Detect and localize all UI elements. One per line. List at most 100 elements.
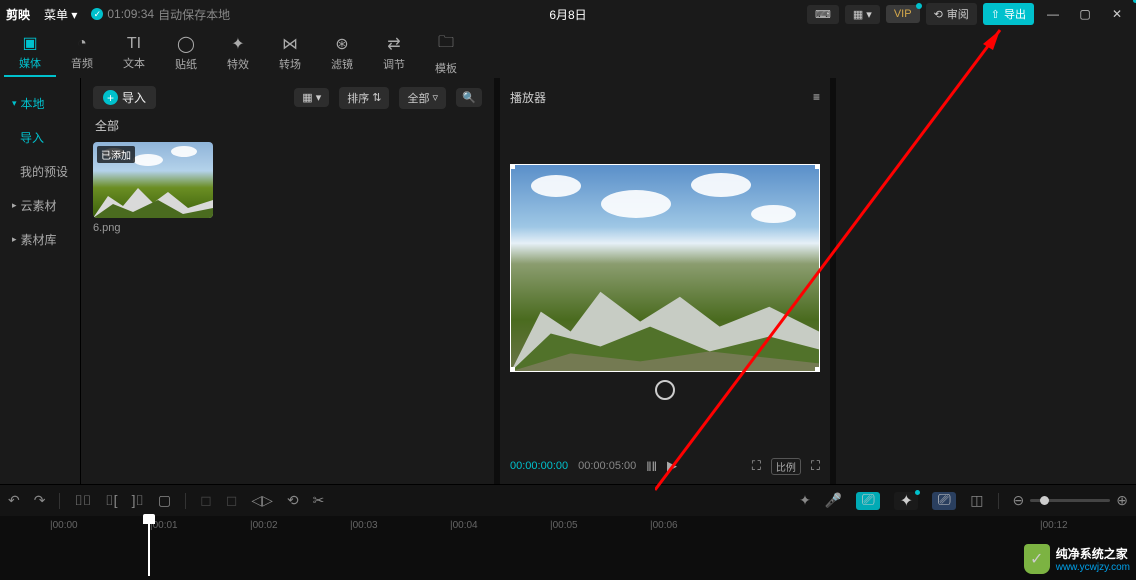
view-grid[interactable]: ▦ ▾ — [294, 88, 329, 107]
sort-button[interactable]: 排序 ⇅ — [339, 87, 389, 109]
tab-label: 贴纸 — [175, 56, 197, 72]
delete-button[interactable]: ▢ — [158, 492, 171, 509]
added-badge: 已添加 — [97, 146, 135, 163]
tab-label: 特效 — [227, 56, 249, 72]
timeline-ruler[interactable]: |00:00 |00:01 |00:02 |00:03 |00:04 |00:0… — [0, 516, 1136, 540]
tab-media[interactable]: ▣ 媒体 — [4, 29, 56, 77]
tab-text[interactable]: TI文本 — [108, 29, 160, 77]
mountain-icon — [93, 178, 213, 218]
redo-button[interactable]: ↷ — [34, 492, 46, 509]
fullscreen-button[interactable]: ⛶ — [811, 458, 820, 474]
tool-b[interactable]: ◻ — [226, 492, 238, 509]
vip-button[interactable]: VIP — [886, 5, 920, 23]
transition-icon: ⋈ — [282, 34, 298, 54]
ratio-button[interactable]: 比例 — [771, 458, 801, 475]
mic-button[interactable]: 🎤 — [825, 492, 842, 509]
nav-import[interactable]: 导入 — [0, 120, 80, 154]
rotate-button[interactable]: ⟲ — [287, 492, 299, 509]
app-logo: 剪映 — [6, 6, 30, 23]
media-icon: ▣ — [22, 33, 37, 53]
prev-frame[interactable]: ‖‖ — [646, 459, 657, 474]
play-button[interactable]: ▶ — [667, 458, 677, 474]
save-time: 01:09:34 — [107, 7, 154, 21]
tab-adjust[interactable]: ⇄ 调节 — [368, 29, 420, 77]
filter-all[interactable]: 全部 ▿ — [399, 87, 446, 109]
rotate-handle[interactable] — [655, 380, 675, 400]
maximize-button[interactable]: ▢ — [1072, 4, 1098, 24]
menu-dropdown[interactable]: 菜单 ▾ — [38, 4, 83, 25]
zoom-handle[interactable] — [1040, 496, 1049, 505]
layout-button[interactable]: ▦ ▾ — [845, 5, 880, 24]
keyboard-button[interactable]: ⌨ — [807, 5, 839, 24]
nav-library[interactable]: ▸素材库 — [0, 222, 80, 256]
section-all: 全部 — [95, 117, 482, 134]
check-icon: ✓ — [91, 8, 103, 20]
tick: |00:03 — [350, 520, 378, 531]
wm-name: 纯净系统之家 — [1056, 545, 1130, 562]
tab-audio[interactable]: ◔音频 — [56, 29, 108, 77]
tab-transition[interactable]: ⋈ 转场 — [264, 29, 316, 77]
tab-effect[interactable]: ✦ 特效 — [212, 29, 264, 77]
track-main[interactable]: ✦ — [894, 492, 918, 510]
tab-label: 转场 — [279, 56, 301, 72]
crop-tool[interactable]: ✂ — [313, 492, 325, 509]
preview-frame[interactable] — [510, 164, 820, 372]
nav-preset[interactable]: 我的预设 — [0, 154, 80, 188]
nav-cloud[interactable]: ▸云素材 — [0, 188, 80, 222]
trim-right[interactable]: ]⌷ — [132, 492, 144, 509]
import-label: 导入 — [122, 89, 146, 106]
shield-icon: ✓ — [1024, 544, 1050, 574]
close-button[interactable]: ✕ — [1104, 4, 1130, 24]
tab-label: 调节 — [383, 56, 405, 72]
autosave-status: ✓ 01:09:34 自动保存本地 — [91, 6, 230, 23]
player-menu[interactable]: ≡ — [813, 90, 820, 104]
tool-a[interactable]: ◻ — [200, 492, 212, 509]
left-nav: ▾本地 导入 我的预设 ▸云素材 ▸素材库 — [0, 78, 80, 484]
undo-button[interactable]: ↶ — [8, 492, 20, 509]
tab-label: 文本 — [123, 55, 145, 71]
crop-button[interactable]: ⛶ — [752, 458, 761, 474]
mirror-button[interactable]: ◁▷ — [251, 492, 273, 509]
timeline-tracks[interactable] — [0, 540, 1136, 580]
zoom-out[interactable]: ⊖ — [1013, 492, 1025, 509]
player-title: 播放器 — [510, 89, 546, 106]
magic-button[interactable]: ✦ — [799, 492, 811, 509]
sort-label: 排序 — [347, 90, 369, 106]
split-button[interactable]: ⌷⌷ — [74, 492, 91, 509]
review-button[interactable]: ⟲ 审阅 — [926, 3, 977, 25]
timeline-toolbar: ↶ ↷ ⌷⌷ ⌷[ ]⌷ ▢ ◻ ◻ ◁▷ ⟲ ✂ ✦ 🎤 ⎚ ✦ ⎚ ◫ ⊖ … — [0, 484, 1136, 516]
tab-sticker[interactable]: ◯ 贴纸 — [160, 29, 212, 77]
wm-url: www.ycwjzy.com — [1056, 562, 1130, 573]
playhead[interactable] — [148, 516, 150, 576]
zoom-in[interactable]: ⊕ — [1116, 492, 1128, 509]
tick: |00:04 — [450, 520, 478, 531]
minimize-button[interactable]: ― — [1040, 4, 1066, 24]
export-label: 导出 — [1004, 6, 1026, 22]
tick: |00:00 — [50, 520, 78, 531]
effect-icon: ✦ — [231, 34, 244, 54]
media-thumb[interactable]: 已添加 6.png — [93, 142, 213, 234]
align-button[interactable]: ◫ — [970, 492, 983, 509]
audio-icon: ◔ — [77, 35, 87, 53]
search-button[interactable]: 🔍 — [456, 88, 482, 107]
tab-filter[interactable]: ⊛滤镜 — [316, 29, 368, 77]
trim-left[interactable]: ⌷[ — [105, 492, 117, 509]
sticker-icon: ◯ — [177, 34, 195, 54]
player-panel: 播放器 ≡ 00:00:00:00 00:00:05:00 — [500, 78, 830, 484]
nav-local[interactable]: ▾本地 — [0, 86, 80, 120]
track-blue[interactable]: ⎚ — [932, 492, 956, 510]
review-label: 审阅 — [947, 6, 969, 22]
import-button[interactable]: +导入 — [93, 86, 156, 109]
zoom-slider[interactable] — [1030, 499, 1110, 502]
tab-label: 媒体 — [19, 55, 41, 71]
nav-label: 本地 — [21, 95, 45, 112]
tick: |00:06 — [650, 520, 678, 531]
tab-template[interactable]: 🗀模板 — [420, 29, 472, 77]
adjust-icon: ⇄ — [387, 34, 400, 54]
template-icon: 🗀 — [438, 31, 454, 58]
track-cyan[interactable]: ⎚ — [856, 492, 880, 510]
export-button[interactable]: ⇧ 导出 — [983, 3, 1034, 25]
tick: |00:12 — [1040, 520, 1068, 531]
tick: |00:02 — [250, 520, 278, 531]
nav-label: 云素材 — [21, 197, 57, 214]
